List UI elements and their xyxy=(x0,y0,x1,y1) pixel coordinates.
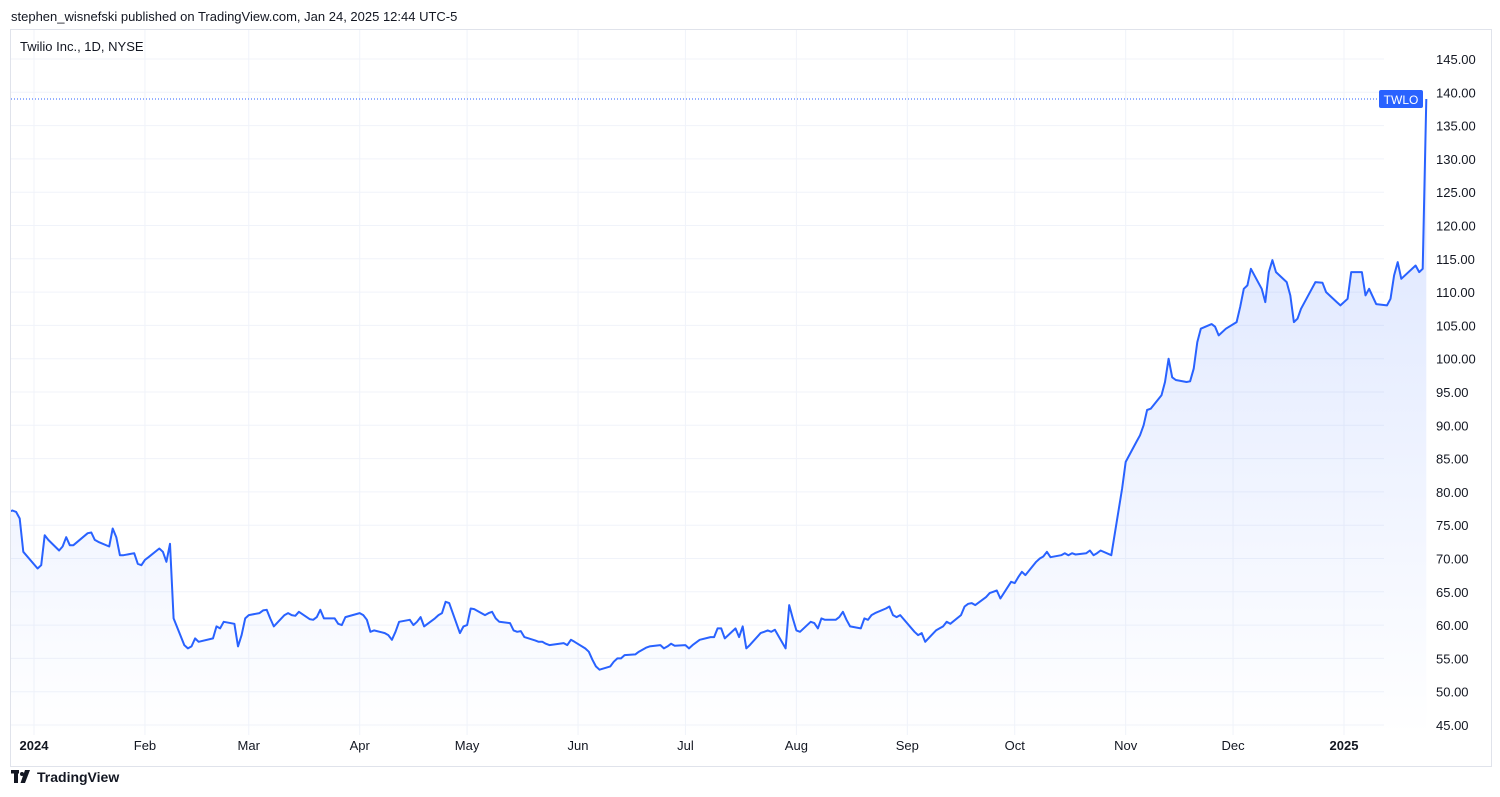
x-tick-label: May xyxy=(455,738,480,753)
y-tick-label: 70.00 xyxy=(1436,552,1469,567)
published-attribution: stephen_wisnefski published on TradingVi… xyxy=(11,9,458,24)
y-tick-label: 105.00 xyxy=(1436,318,1476,333)
x-tick-label: 2025 xyxy=(1330,738,1359,753)
ticker-badge-label: TWLO xyxy=(1384,93,1419,107)
x-tick-label: Apr xyxy=(350,738,371,753)
y-tick-label: 55.00 xyxy=(1436,651,1469,666)
y-tick-label: 110.00 xyxy=(1436,285,1475,300)
y-tick-label: 60.00 xyxy=(1436,618,1469,633)
price-area-fill xyxy=(11,99,1427,735)
y-tick-label: 90.00 xyxy=(1436,418,1469,433)
y-tick-label: 140.00 xyxy=(1436,85,1476,100)
y-tick-label: 145.00 xyxy=(1436,52,1476,67)
y-tick-label: 45.00 xyxy=(1436,718,1469,733)
y-tick-label: 85.00 xyxy=(1436,452,1469,467)
x-tick-label: Dec xyxy=(1221,738,1245,753)
x-axis: 2024 Feb Mar Apr May Jun Jul Aug Sep Oct Nov Dec 202… xyxy=(20,738,1359,753)
x-tick-label: Feb xyxy=(134,738,156,753)
chart-panel[interactable]: TWLO 145.00 140.00 135.00 130.00 125.00 120.0… xyxy=(10,29,1492,767)
tradingview-logo-icon xyxy=(11,770,30,783)
tradingview-logo[interactable]: TradingView xyxy=(11,769,119,785)
y-axis: 145.00 140.00 135.00 130.00 125.00 120.00 115.… xyxy=(1436,52,1476,733)
chart-title: Twilio Inc., 1D, NYSE xyxy=(20,39,144,54)
y-tick-label: 75.00 xyxy=(1436,518,1469,533)
x-tick-label: Jun xyxy=(568,738,589,753)
y-tick-label: 95.00 xyxy=(1436,385,1469,400)
y-tick-label: 65.00 xyxy=(1436,585,1469,600)
x-tick-label: Jul xyxy=(677,738,694,753)
x-tick-label: Aug xyxy=(785,738,808,753)
ticker-badge[interactable]: TWLO xyxy=(1379,89,1423,108)
y-tick-label: 100.00 xyxy=(1436,352,1476,367)
y-tick-label: 135.00 xyxy=(1436,119,1476,134)
tradingview-wordmark: TradingView xyxy=(37,769,120,785)
x-tick-label: Oct xyxy=(1005,738,1026,753)
y-tick-label: 115.00 xyxy=(1436,252,1475,267)
x-tick-label: 2024 xyxy=(20,738,50,753)
y-tick-label: 125.00 xyxy=(1436,185,1476,200)
x-tick-label: Nov xyxy=(1114,738,1138,753)
y-tick-label: 130.00 xyxy=(1436,152,1476,167)
x-tick-label: Sep xyxy=(896,738,919,753)
y-tick-label: 120.00 xyxy=(1436,219,1476,234)
y-tick-label: 50.00 xyxy=(1436,685,1469,700)
price-chart[interactable]: TWLO 145.00 140.00 135.00 130.00 125.00 120.0… xyxy=(11,30,1491,766)
x-tick-label: Mar xyxy=(238,738,261,753)
y-tick-label: 80.00 xyxy=(1436,485,1469,500)
